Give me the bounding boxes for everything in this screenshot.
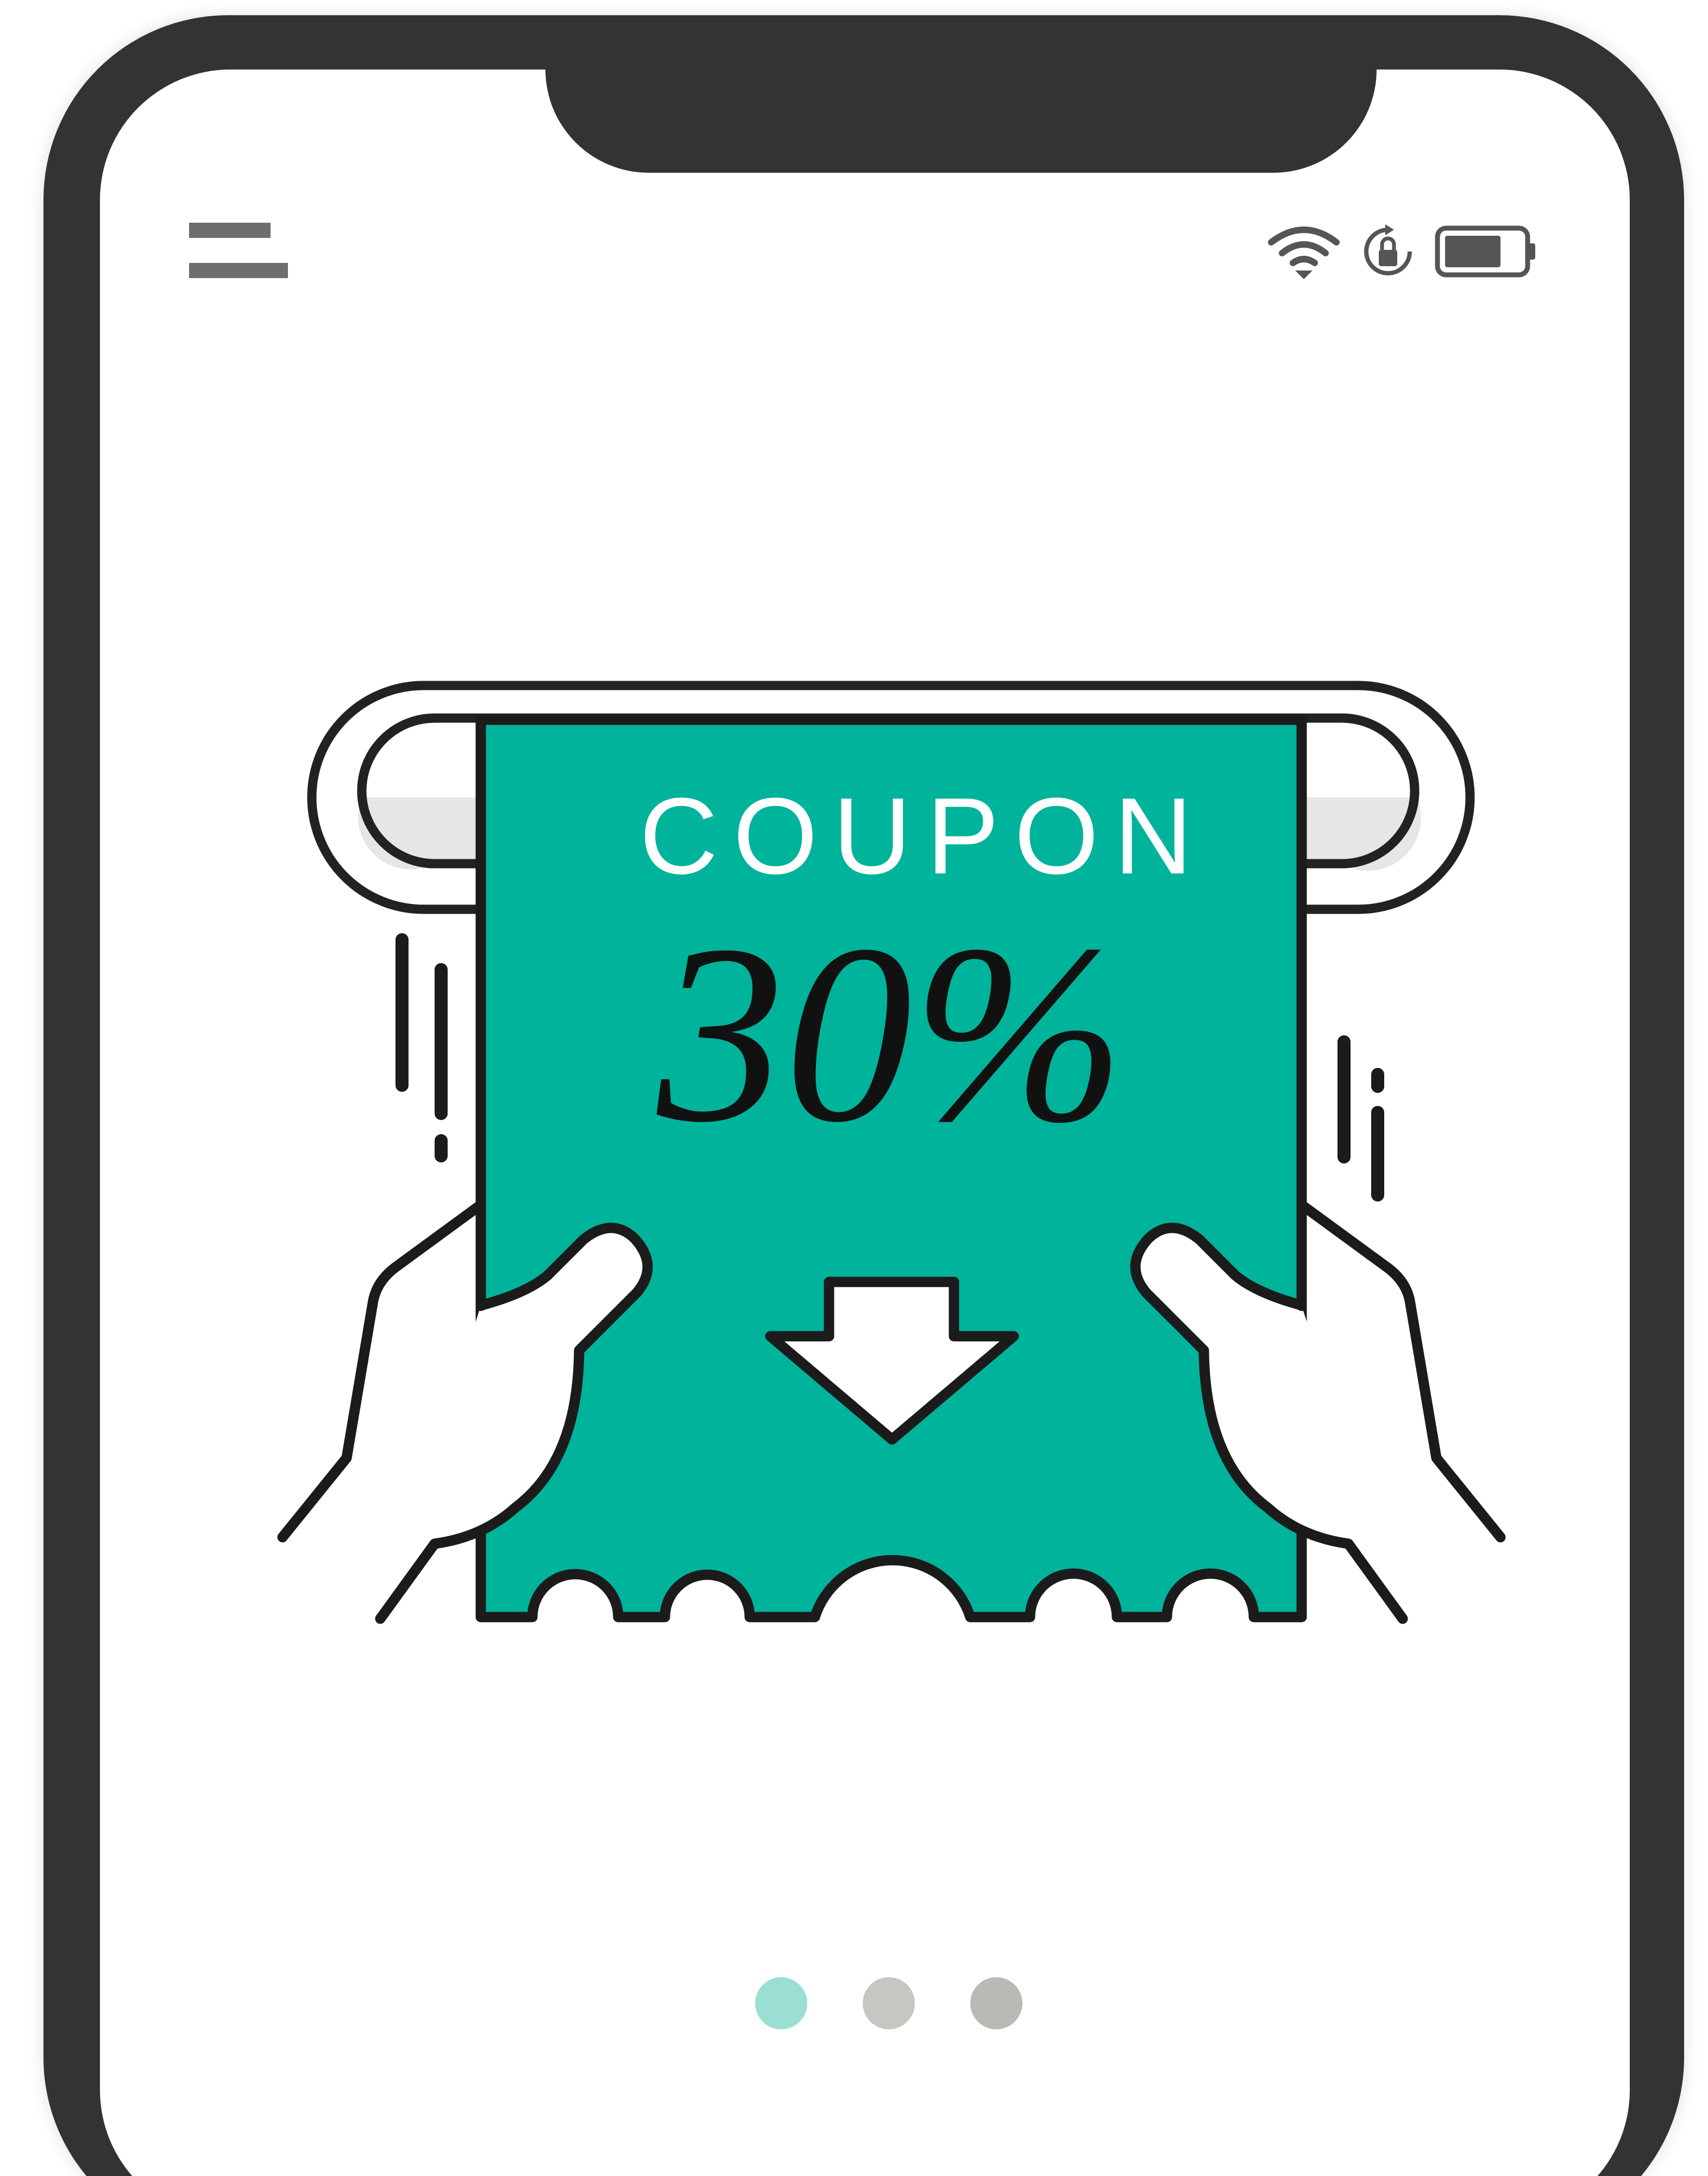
pager-dot-2[interactable] <box>863 1977 915 2029</box>
battery-icon <box>1435 225 1535 278</box>
rotation-lock-icon <box>1364 224 1412 275</box>
coupon-discount-value: 30% <box>657 892 1125 1175</box>
wifi-icon <box>1268 227 1340 279</box>
page-indicator <box>755 1977 1027 2037</box>
menu-line-top <box>189 223 271 238</box>
hamburger-menu-icon[interactable] <box>189 219 292 285</box>
pager-dot-3[interactable] <box>970 1977 1022 2029</box>
camera-notch <box>545 70 1377 173</box>
status-bar <box>1266 222 1537 281</box>
coupon-label: COUPON <box>639 776 1208 897</box>
pager-dot-1[interactable] <box>755 1977 807 2029</box>
menu-line-bottom <box>189 263 288 278</box>
